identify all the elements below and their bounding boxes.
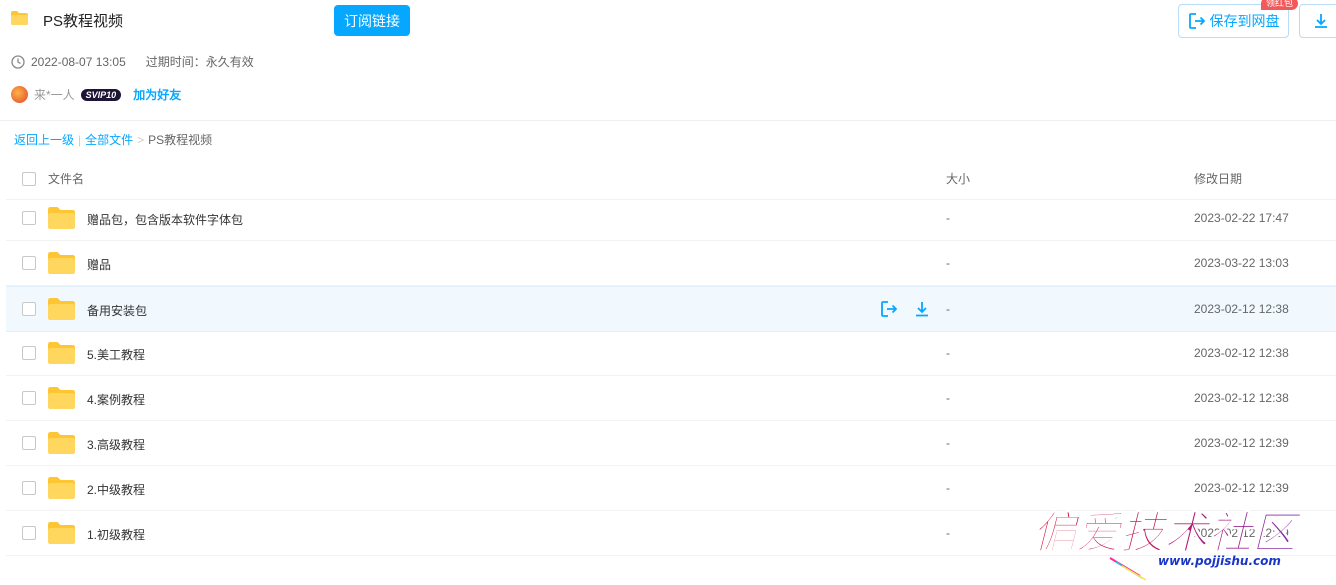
share-date: 2022-08-07 13:05 (31, 54, 126, 69)
file-size: - (946, 256, 950, 270)
file-size: - (946, 436, 950, 450)
row-checkbox[interactable] (22, 346, 36, 360)
row-download-icon[interactable] (912, 299, 932, 319)
file-size: - (946, 346, 950, 360)
save-label: 保存到网盘 (1209, 13, 1280, 29)
file-date: 2023-02-12 12:38 (1194, 346, 1289, 360)
breadcrumb-arrow: > (137, 132, 145, 147)
table-row[interactable]: 4.案例教程 - 2023-02-12 12:38 (6, 376, 1336, 421)
table-row[interactable]: 备用安装包 - 2023-02-12 12:38 (6, 286, 1336, 332)
download-icon (1315, 14, 1327, 28)
breadcrumb-separator: | (78, 132, 82, 147)
folder-icon (48, 387, 75, 409)
file-date: 2023-02-22 17:47 (1194, 211, 1289, 225)
clock-icon (11, 54, 25, 69)
share-meta: 2022-08-07 13:05 过期时间：永久有效 (11, 53, 254, 70)
file-date: 2023-02-12 12:39 (1194, 481, 1289, 495)
breadcrumb-current: PS教程视频 (148, 133, 213, 147)
expire-time: 过期时间：永久有效 (145, 55, 254, 69)
folder-icon (48, 477, 75, 499)
file-size: - (946, 302, 950, 316)
file-size: - (946, 211, 950, 225)
column-header-name[interactable]: 文件名 (48, 170, 84, 187)
column-header-size[interactable]: 大小 (946, 170, 970, 187)
table-row[interactable]: 赠品 - 2023-03-22 13:03 (6, 241, 1336, 286)
row-checkbox[interactable] (22, 526, 36, 540)
file-date: 2023-02-12 12:39 (1194, 436, 1289, 450)
vip-badge: SVIP10 (80, 88, 122, 101)
page-title: PS教程视频 (43, 13, 124, 30)
folder-icon (48, 207, 75, 229)
download-button[interactable] (1299, 4, 1336, 38)
row-checkbox[interactable] (22, 211, 36, 225)
watermark: 偏爱技术社区 www.pojjishu.com (1032, 508, 1303, 581)
column-header-date[interactable]: 修改日期 (1194, 170, 1242, 187)
row-checkbox[interactable] (22, 436, 36, 450)
folder-icon (48, 522, 75, 544)
row-checkbox[interactable] (22, 391, 36, 405)
row-checkbox[interactable] (22, 302, 36, 316)
breadcrumb-all-files[interactable]: 全部文件 (85, 131, 133, 148)
file-name[interactable]: 赠品 (87, 256, 111, 273)
file-name[interactable]: 2.中级教程 (87, 481, 145, 498)
watermark-url: www.pojjishu.com (1158, 554, 1281, 568)
red-packet-badge[interactable]: 领红包 (1261, 0, 1299, 10)
table-header: 文件名 大小 修改日期 (6, 155, 1336, 200)
save-icon (1188, 13, 1205, 29)
table-row[interactable]: 赠品包，包含版本软件字体包 - 2023-02-22 17:47 (6, 196, 1336, 241)
file-size: - (946, 391, 950, 405)
file-name[interactable]: 4.案例教程 (87, 391, 145, 408)
folder-icon (48, 432, 75, 454)
folder-icon (48, 342, 75, 364)
file-name[interactable]: 3.高级教程 (87, 436, 145, 453)
file-size: - (946, 481, 950, 495)
select-all-checkbox[interactable] (22, 172, 36, 186)
file-date: 2023-03-22 13:03 (1194, 256, 1289, 270)
file-date: 2023-02-12 12:38 (1194, 391, 1289, 405)
file-date: 2023-02-12 12:38 (1194, 302, 1289, 316)
breadcrumb-back[interactable]: 返回上一级 (14, 131, 74, 148)
file-name[interactable]: 赠品包，包含版本软件字体包 (87, 211, 243, 228)
row-checkbox[interactable] (22, 481, 36, 495)
folder-icon (48, 252, 75, 274)
folder-icon (11, 11, 28, 25)
watermark-text: 偏爱技术社区 (1032, 508, 1303, 559)
file-size: - (946, 526, 950, 540)
file-name[interactable]: 备用安装包 (87, 302, 147, 319)
avatar[interactable] (11, 86, 28, 103)
row-checkbox[interactable] (22, 256, 36, 270)
file-name[interactable]: 1.初级教程 (87, 526, 145, 543)
add-friend-link[interactable]: 加为好友 (133, 86, 181, 103)
sharer-info: 来*一人 SVIP10 加为好友 (11, 86, 181, 103)
table-row[interactable]: 5.美工教程 - 2023-02-12 12:38 (6, 331, 1336, 376)
row-save-icon[interactable] (879, 299, 899, 319)
breadcrumb: 返回上一级 | 全部文件 > PS教程视频 (14, 131, 212, 148)
folder-icon (48, 298, 75, 320)
sharer-name: 来*一人 (34, 88, 75, 102)
divider (0, 120, 1336, 121)
table-row[interactable]: 3.高级教程 - 2023-02-12 12:39 (6, 421, 1336, 466)
file-name[interactable]: 5.美工教程 (87, 346, 145, 363)
subscribe-button[interactable]: 订阅链接 (334, 5, 410, 36)
